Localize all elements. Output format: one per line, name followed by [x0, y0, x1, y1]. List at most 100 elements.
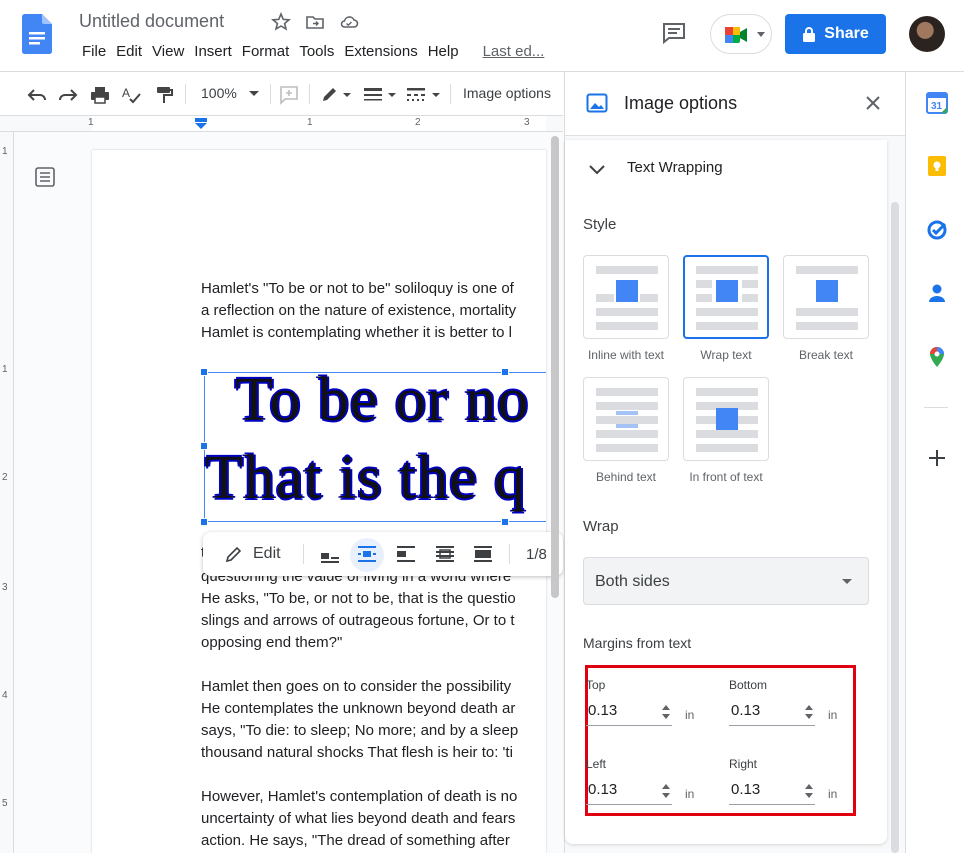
document-page[interactable]: Hamlet's "To be or not to be" soliloquy …: [92, 150, 546, 853]
wrap-text-icon[interactable]: [356, 543, 378, 565]
cloud-saved-icon[interactable]: [339, 12, 359, 32]
maps-icon[interactable]: [926, 346, 948, 368]
meet-button[interactable]: [710, 14, 772, 54]
spellcheck-icon[interactable]: A: [121, 84, 143, 106]
border-weight-dropdown-icon[interactable]: [388, 93, 396, 97]
style-in-front-of-text[interactable]: [683, 377, 769, 461]
share-button[interactable]: Share: [785, 14, 886, 54]
menu-tools[interactable]: Tools: [294, 43, 339, 61]
margin-left-value: 0.13: [588, 781, 618, 798]
image-options-button[interactable]: Image options: [463, 85, 551, 101]
behind-text-icon[interactable]: [434, 543, 456, 565]
edit-image-button[interactable]: Edit: [225, 545, 281, 563]
share-label: Share: [824, 25, 869, 42]
meet-dropdown-icon: [757, 32, 765, 37]
margin-bottom-input[interactable]: 0.13: [729, 698, 815, 726]
menu-edit[interactable]: Edit: [111, 43, 147, 61]
indent-marker-icon[interactable]: [194, 118, 208, 130]
panel-scrollbar[interactable]: [891, 202, 899, 853]
resize-handle[interactable]: [200, 368, 208, 376]
toolbar-divider: [309, 84, 310, 104]
paint-format-icon[interactable]: [153, 84, 175, 106]
margin-top-unit: in: [685, 708, 695, 722]
paragraph-line: uncertainty of what lies beyond death an…: [201, 810, 516, 827]
wrap-select[interactable]: Both sides: [583, 557, 869, 605]
resize-handle[interactable]: [501, 368, 509, 376]
break-text-icon[interactable]: [395, 543, 417, 565]
margin-right-value: 0.13: [731, 781, 761, 798]
menu-insert[interactable]: Insert: [189, 43, 237, 61]
paragraph-line: action. He says, "The dread of something…: [201, 832, 510, 849]
account-avatar[interactable]: [909, 16, 945, 52]
border-dash-icon[interactable]: [405, 84, 427, 106]
lock-icon: [803, 27, 816, 42]
style-label: Style: [583, 216, 617, 233]
side-apps-rail: 31: [905, 72, 964, 853]
border-color-icon[interactable]: [319, 84, 341, 106]
margin-right-input[interactable]: 0.13: [729, 777, 815, 805]
paragraph-line: Hamlet then goes on to consider the poss…: [201, 678, 512, 695]
close-icon[interactable]: [864, 94, 882, 112]
margin-top-value: 0.13: [588, 702, 618, 719]
text-wrapping-card: Text Wrapping Style Inline with text Wra…: [565, 140, 887, 844]
zoom-select[interactable]: 100%: [201, 85, 237, 101]
document-outline-icon[interactable]: [34, 166, 56, 188]
paragraph-line: opposing end them?": [201, 634, 343, 651]
resize-handle[interactable]: [200, 442, 208, 450]
move-folder-icon[interactable]: [305, 12, 325, 32]
border-weight-icon[interactable]: [362, 84, 384, 106]
star-icon[interactable]: [271, 12, 291, 32]
margin-left-input[interactable]: 0.13: [586, 777, 672, 805]
editing-toolbar: A 100% Image options: [0, 72, 563, 116]
inline-wrap-icon[interactable]: [319, 543, 341, 565]
keep-icon[interactable]: [926, 155, 948, 177]
zoom-dropdown-icon[interactable]: [249, 91, 259, 96]
add-addon-icon[interactable]: [926, 447, 948, 469]
undo-icon[interactable]: [26, 84, 48, 106]
menu-format[interactable]: Format: [237, 43, 295, 61]
margins-label: Margins from text: [583, 635, 692, 651]
stepper-icon[interactable]: [803, 702, 815, 722]
menu-help[interactable]: Help: [423, 43, 464, 61]
style-inline-with-text[interactable]: [583, 255, 669, 339]
menu-file[interactable]: File: [77, 43, 111, 61]
chevron-down-icon[interactable]: [587, 160, 607, 180]
margin-top-input[interactable]: 0.13: [586, 698, 672, 726]
front-of-text-icon[interactable]: [472, 543, 494, 565]
margin-left-label: Left: [586, 757, 607, 771]
selected-image[interactable]: To be or no That is the q: [204, 366, 546, 522]
paragraph-line: a reflection on the nature of existence,…: [201, 302, 517, 319]
menu-view[interactable]: View: [147, 43, 189, 61]
style-wrap-text[interactable]: [683, 255, 769, 339]
tasks-icon[interactable]: [926, 219, 948, 241]
horizontal-ruler: 1 1 2 3: [0, 116, 563, 132]
menu-extensions[interactable]: Extensions: [339, 43, 422, 61]
section-title-text-wrapping[interactable]: Text Wrapping: [627, 159, 723, 176]
last-edit-link[interactable]: Last ed...: [478, 43, 550, 61]
border-color-dropdown-icon[interactable]: [343, 93, 351, 97]
style-break-text[interactable]: [783, 255, 869, 339]
contacts-icon[interactable]: [926, 282, 948, 304]
border-dash-dropdown-icon[interactable]: [432, 93, 440, 97]
image-options-panel: Image options Text Wrapping Style Inline…: [564, 72, 906, 853]
add-comment-icon[interactable]: [278, 84, 300, 106]
document-scrollbar[interactable]: [551, 136, 559, 598]
style-behind-text[interactable]: [583, 377, 669, 461]
image-text-line: That is the q: [205, 444, 527, 512]
resize-handle[interactable]: [200, 518, 208, 526]
print-icon[interactable]: [89, 84, 111, 106]
toolbar-divider: [303, 544, 304, 564]
toolbar-divider: [450, 84, 451, 104]
resize-handle[interactable]: [501, 518, 509, 526]
document-title[interactable]: Untitled document: [79, 11, 224, 32]
stepper-icon[interactable]: [660, 702, 672, 722]
menu-bar: File Edit View Insert Format Tools Exten…: [77, 43, 549, 61]
paragraph-line: thousand natural shocks That flesh is he…: [201, 744, 513, 761]
comments-icon[interactable]: [661, 21, 687, 45]
stepper-icon[interactable]: [803, 781, 815, 801]
ruler-tick-label: 1: [88, 117, 94, 128]
stepper-icon[interactable]: [660, 781, 672, 801]
docs-logo-icon[interactable]: [22, 14, 52, 54]
redo-icon[interactable]: [57, 84, 79, 106]
calendar-icon[interactable]: 31: [926, 92, 948, 114]
